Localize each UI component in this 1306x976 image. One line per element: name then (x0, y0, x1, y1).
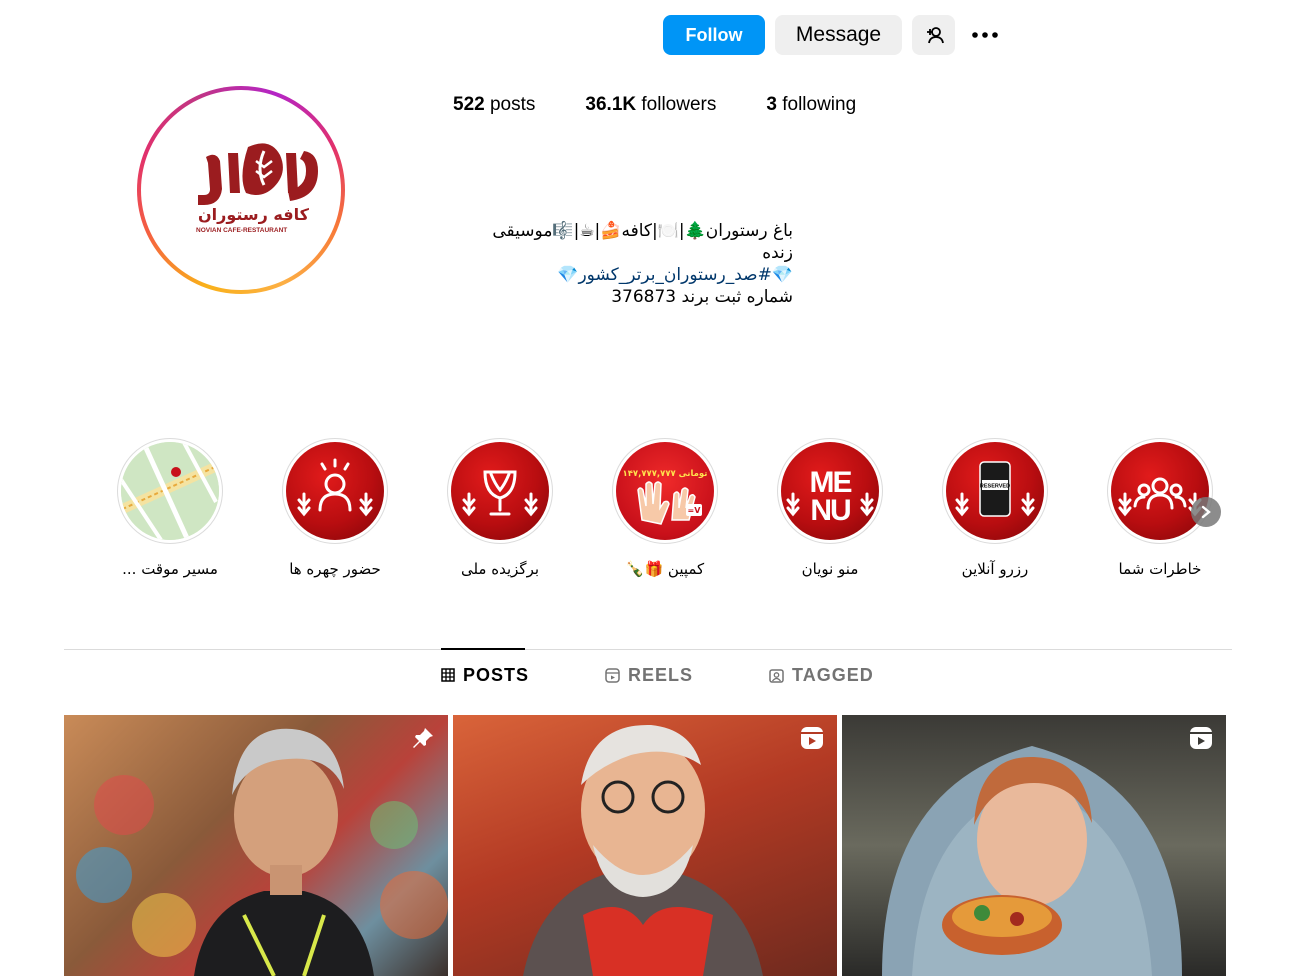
posts-stat: 522 posts (453, 94, 535, 116)
profile-bio: باغ رستوران🌲|🍽️|کافه🍰|☕|🎼موسیقی زنده 💎#ص… (453, 220, 793, 308)
highlight-item[interactable]: مسیر موقت ... (115, 438, 225, 578)
map-icon (121, 442, 219, 540)
highlight-cover (286, 442, 384, 540)
highlight-cover (121, 442, 219, 540)
logo-text-fa: کافه رستوران (198, 205, 310, 224)
reel-icon (801, 727, 823, 749)
post-tile[interactable] (842, 715, 1226, 976)
grid-icon (441, 668, 455, 682)
post-tile[interactable] (64, 715, 448, 976)
highlight-ring: ۱۴۷,۷۷۷,۷۷۷ تومانی =V (612, 438, 718, 544)
suggested-accounts-button[interactable] (912, 15, 955, 55)
tagged-icon (769, 668, 784, 683)
person-icon (297, 458, 373, 517)
profile-avatar[interactable]: کافه رستوران NOVIAN CAFE-RESTAURANT (146, 95, 336, 285)
followers-stat[interactable]: 36.1K followers (585, 94, 716, 116)
profile-avatar-ring[interactable]: کافه رستوران NOVIAN CAFE-RESTAURANT (137, 86, 345, 294)
bio-line-3: شماره ثبت برند 376873 (611, 287, 793, 307)
highlight-ring (117, 438, 223, 544)
post-thumbnail-image (882, 746, 1182, 976)
highlight-label: مسیر موقت ... (122, 560, 218, 578)
highlight-cover: ME NU (781, 442, 879, 540)
highlight-cover: RESERVED (946, 442, 1044, 540)
tab-posts[interactable]: POSTS (441, 648, 530, 701)
tab-tagged-label: TAGGED (792, 664, 874, 685)
reserved-image-text: RESERVED (980, 484, 1010, 490)
pin-icon (413, 728, 433, 748)
tab-tagged[interactable]: TAGGED (769, 649, 874, 701)
highlight-item[interactable]: ۱۴۷,۷۷۷,۷۷۷ تومانی =V کمپین 🎁🍾 (610, 438, 720, 578)
post-thumbnail-image (523, 724, 763, 976)
post-tile[interactable] (453, 715, 837, 976)
following-count: 3 (766, 94, 777, 115)
bio-hashtag-link[interactable]: 💎#صد_رستوران_برتر_کشور💎 (459, 264, 793, 286)
following-stat-label: following (782, 94, 857, 115)
campaign-badge-text: =V (688, 506, 702, 515)
message-button[interactable]: Message (775, 15, 902, 55)
tab-reels[interactable]: REELS (605, 649, 693, 701)
add-user-icon (926, 27, 944, 44)
highlight-ring (447, 438, 553, 544)
highlight-label: خاطرات شما (1118, 560, 1202, 578)
highlight-label: برگزیده ملی (460, 560, 540, 578)
highlight-label: رزرو آنلاین (961, 560, 1029, 578)
highlight-ring: RESERVED (942, 438, 1048, 544)
trophy-icon (462, 470, 538, 517)
posts-grid (64, 715, 1226, 976)
highlight-cover: ۱۴۷,۷۷۷,۷۷۷ تومانی =V (616, 442, 714, 540)
profile-avatar-frame: کافه رستوران NOVIAN CAFE-RESTAURANT (141, 90, 341, 290)
profile-actions: Follow Message (663, 15, 1005, 55)
followers-count: 36.1K (585, 94, 637, 115)
highlight-ring (282, 438, 388, 544)
novian-logo-icon: کافه رستوران NOVIAN CAFE-RESTAURANT (196, 143, 318, 234)
profile-tabs: POSTS REELS TAGGED (441, 648, 874, 701)
highlight-item[interactable]: حضور چهره ها (280, 438, 390, 578)
story-highlights: مسیر موقت ... حضور چهره ها برگزیده ملی ۱… (113, 438, 1223, 588)
reels-icon (605, 667, 620, 683)
tab-reels-label: REELS (628, 664, 694, 685)
highlight-label: منو نویان (801, 560, 859, 578)
svg-text:NU: NU (810, 494, 850, 527)
bio-line-1: باغ رستوران🌲|🍽️|کافه🍰|☕|🎼موسیقی زنده (492, 221, 793, 263)
logo-text-en: NOVIAN CAFE-RESTAURANT (196, 227, 287, 234)
post-thumbnail-image (76, 728, 448, 976)
followers-stat-label: followers (641, 94, 717, 115)
highlight-item[interactable]: برگزیده ملی (445, 438, 555, 578)
campaign-hands-icon: ۱۴۷,۷۷۷,۷۷۷ تومانی =V (623, 469, 708, 525)
following-stat[interactable]: 3 following (766, 94, 856, 116)
highlight-item[interactable]: ME NU منو نویان (775, 438, 885, 578)
reel-icon (1190, 727, 1212, 749)
more-dots-icon (972, 32, 998, 38)
reserved-phone-icon: RESERVED (955, 461, 1035, 517)
highlight-label: کمپین 🎁🍾 (625, 560, 705, 578)
campaign-image-text: ۱۴۷,۷۷۷,۷۷۷ تومانی (623, 469, 708, 479)
highlight-cover (451, 442, 549, 540)
highlight-cover (1111, 442, 1209, 540)
profile-stats: 522 posts 36.1K followers 3 following (453, 94, 856, 116)
highlight-item[interactable]: RESERVED رزرو آنلاین (940, 438, 1050, 578)
highlight-ring (1107, 438, 1213, 544)
highlight-ring: ME NU (777, 438, 883, 544)
tab-posts-label: POSTS (463, 664, 530, 685)
highlights-next-button[interactable] (1191, 497, 1221, 527)
follow-button[interactable]: Follow (663, 15, 765, 55)
menu-icon: ME NU (786, 466, 874, 527)
people-icon (1118, 477, 1202, 517)
more-options-button[interactable] (965, 15, 1005, 55)
posts-count: 522 (453, 94, 485, 115)
chevron-right-icon (1201, 505, 1211, 519)
highlight-label: حضور چهره ها (289, 560, 381, 578)
posts-stat-label: posts (489, 94, 536, 115)
